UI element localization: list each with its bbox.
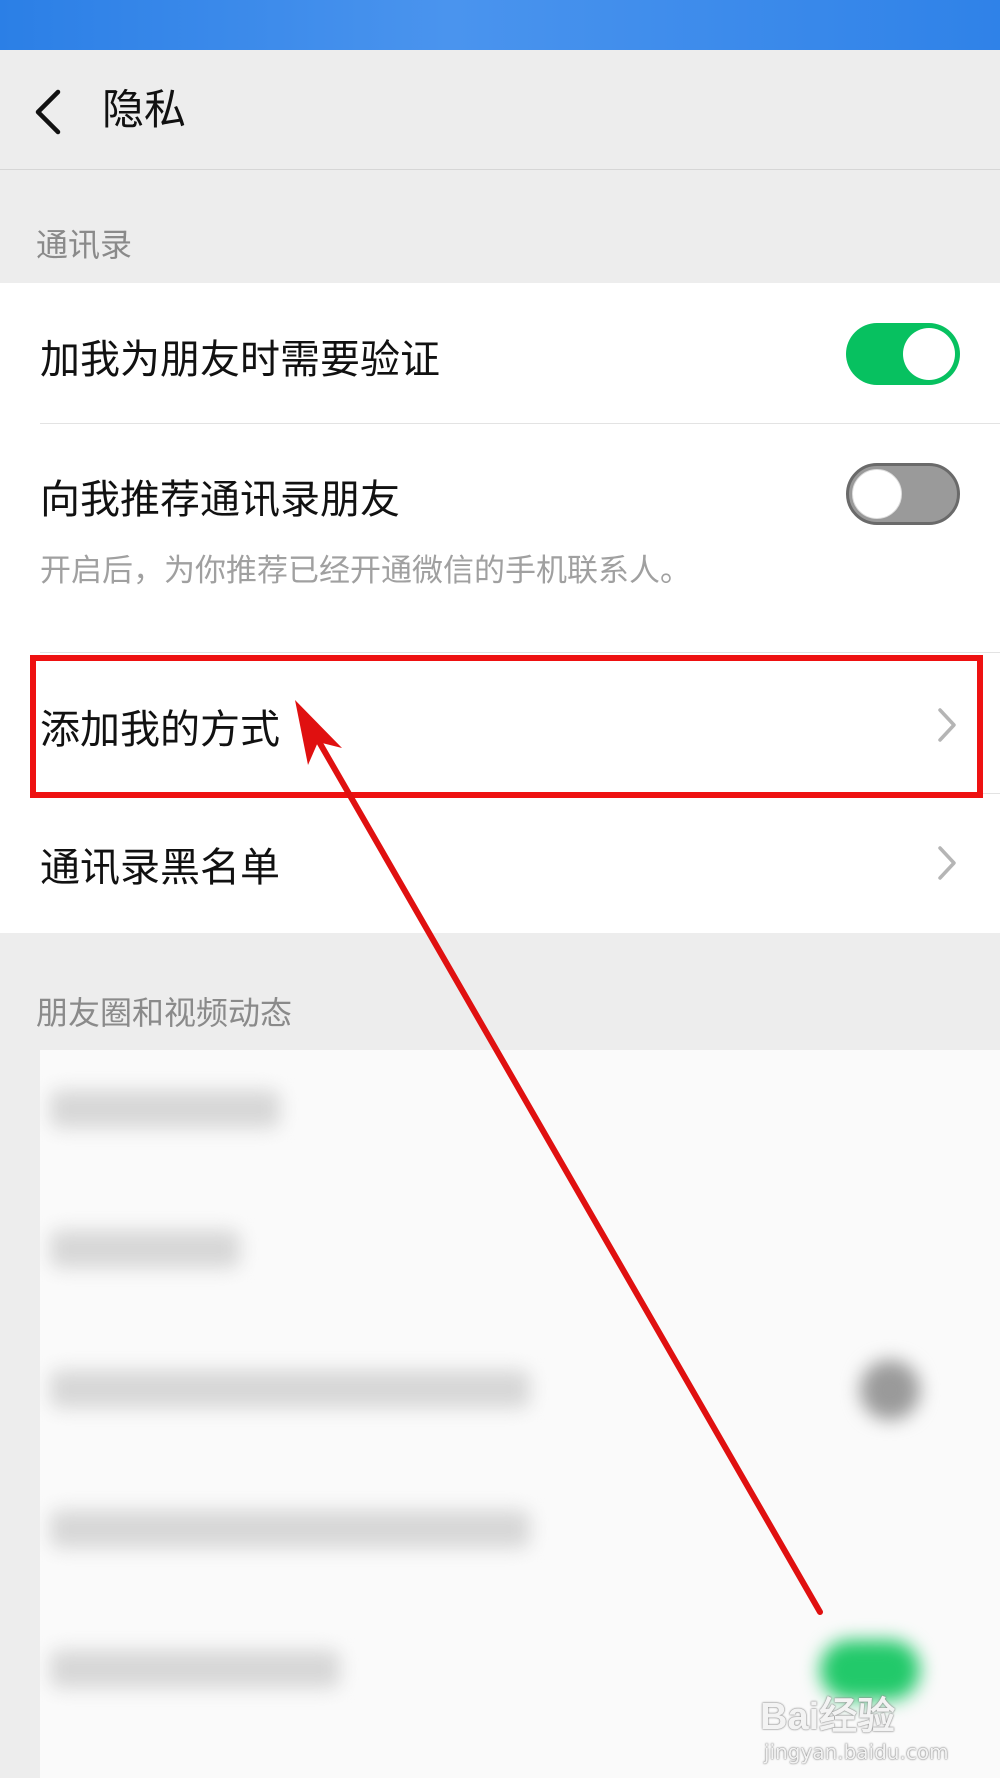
watermark-brand: Bai经验	[760, 1696, 896, 1738]
watermark: Bai经验 jingyan.baidu.com	[760, 1685, 949, 1764]
annotation-arrow	[295, 700, 823, 1615]
watermark-url: jingyan.baidu.com	[764, 1740, 949, 1764]
